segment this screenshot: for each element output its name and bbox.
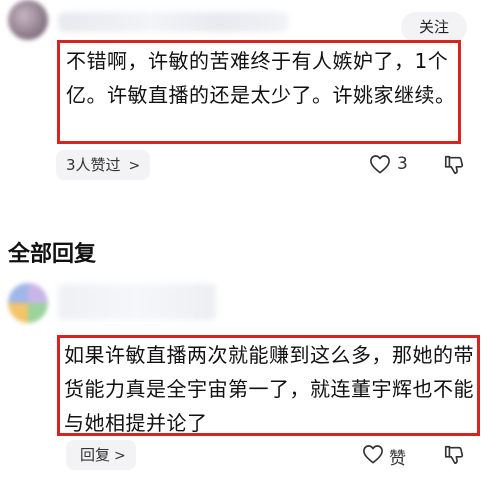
- like-count: 3: [397, 154, 408, 174]
- reply-label: 回复: [80, 446, 111, 464]
- thumbs-down-icon: [444, 155, 464, 175]
- avatar[interactable]: [8, 0, 48, 40]
- likes-summary-button[interactable]: 3人赞过 >: [56, 150, 150, 180]
- username-blurred[interactable]: [58, 12, 288, 32]
- chevron-right-icon: >: [114, 448, 126, 464]
- likes-summary-label: 3人赞过: [66, 156, 121, 174]
- like-label: 赞: [389, 449, 406, 469]
- avatar[interactable]: [8, 283, 48, 323]
- dislike-button[interactable]: [443, 444, 465, 470]
- chevron-right-icon: >: [128, 158, 141, 174]
- section-title: 全部回复: [8, 242, 97, 267]
- thumbs-down-icon: [444, 445, 464, 465]
- like-button[interactable]: [369, 154, 391, 178]
- follow-button[interactable]: 关注: [401, 12, 467, 42]
- heart-icon: [370, 155, 390, 174]
- username-blurred[interactable]: [58, 284, 216, 320]
- like-button[interactable]: [362, 444, 384, 468]
- heart-icon: [363, 445, 383, 464]
- reply-button[interactable]: 回复 >: [66, 440, 136, 470]
- reply-text: 如果许敏直播两次就能赚到这么多，那她的带货能力真是全宇宙第一了，就连董宇辉也不能…: [64, 343, 474, 435]
- comment-text: 不错啊，许敏的苦难终于有人嫉妒了，1个亿。许敏直播的还是太少了。许姚家继续。: [66, 49, 456, 107]
- dislike-button[interactable]: [443, 154, 465, 180]
